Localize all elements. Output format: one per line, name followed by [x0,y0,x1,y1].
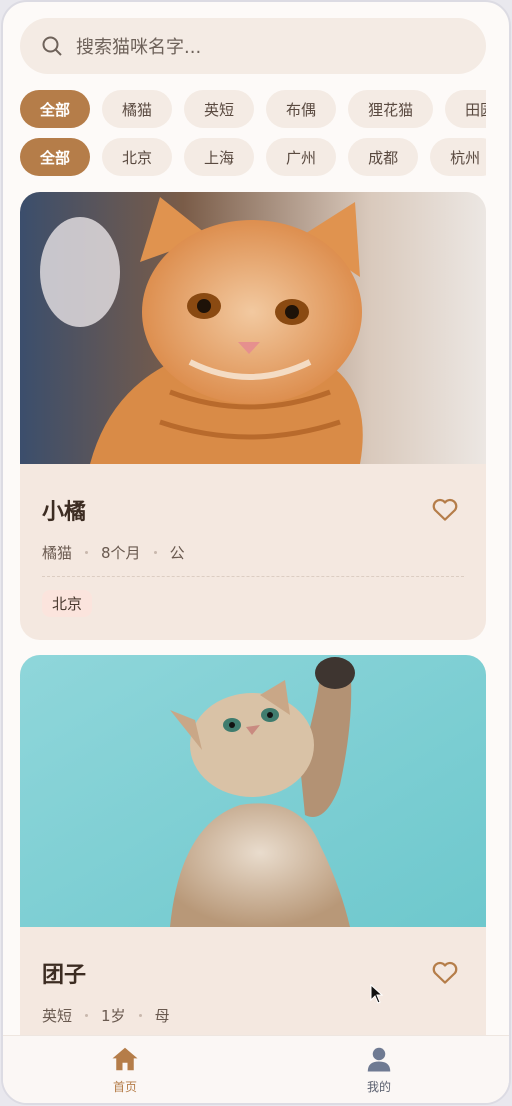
cat-gender: 母 [154,1007,170,1025]
search-icon [42,36,62,56]
home-icon [112,1047,138,1071]
cat-age: 1岁 [101,1007,126,1025]
city-chip[interactable]: 广州 [266,138,337,176]
breed-chip[interactable]: 狸花猫 [348,90,434,128]
separator-dot [138,1014,142,1017]
cat-meta: 橘猫 8个月 公 [42,542,185,563]
cat-meta: 英短 1岁 母 [42,1005,170,1026]
separator-dot [85,551,89,554]
mouse-cursor-icon [370,984,384,1004]
city-chip[interactable]: 成都 [348,138,419,176]
card-divider [42,576,464,577]
cat-photo [20,192,486,464]
cat-breed: 英短 [42,1007,73,1025]
city-chip[interactable]: 杭州 [430,138,486,176]
city-filter: 全部 北京 上海 广州 成都 杭州 [20,138,486,176]
app-screen: 搜索猫咪名字... 全部橘猫英短布偶狸花猫田园 全部北京上海广州成都杭州 [1,0,511,1105]
tab-home-label: 首页 [112,1080,137,1094]
heart-icon[interactable] [430,494,460,524]
cat-gender: 公 [169,544,185,562]
city-chip[interactable]: 上海 [184,138,255,176]
bottom-tab-bar: 首页 我的 [3,1035,509,1103]
tab-mine[interactable]: 我的 [339,1044,419,1095]
cat-card[interactable]: 小橘 橘猫 8个月 公 北京 [20,192,486,640]
search-bar[interactable]: 搜索猫咪名字... [20,18,486,74]
cat-name: 团子 [42,963,87,988]
breed-chip[interactable]: 橘猫 [102,90,173,128]
cat-card[interactable]: 团子 英短 1岁 母 [20,655,486,1075]
city-chip[interactable]: 北京 [102,138,173,176]
search-placeholder: 搜索猫咪名字... [76,37,202,58]
heart-icon[interactable] [430,957,460,987]
cat-name: 小橘 [42,500,87,525]
cat-breed: 橘猫 [42,544,73,562]
tab-home[interactable]: 首页 [85,1044,165,1095]
city-chip-all[interactable]: 全部 [20,138,91,176]
breed-chip[interactable]: 英短 [184,90,255,128]
breed-filter: 全部橘猫英短布偶狸花猫田园 [20,90,486,128]
separator-dot [85,1014,89,1017]
separator-dot [153,551,157,554]
cat-city-tag: 北京 [42,590,93,617]
breed-chip-all[interactable]: 全部 [20,90,91,128]
tab-mine-label: 我的 [366,1080,391,1094]
breed-chip[interactable]: 布偶 [266,90,337,128]
cat-age: 8个月 [101,544,141,562]
cat-photo [20,655,486,927]
breed-chip[interactable]: 田园 [445,90,486,128]
user-icon [367,1047,391,1072]
